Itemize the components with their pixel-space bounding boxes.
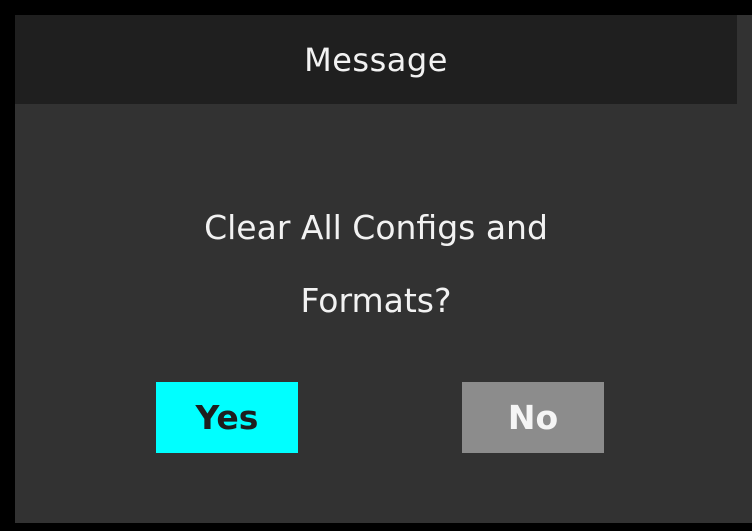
dialog-title-bar: Message [15,15,737,104]
dialog-message-line-2: Formats? [300,281,452,320]
yes-button[interactable]: Yes [156,382,298,453]
message-dialog: Message Clear All Configs and Formats? Y… [15,15,752,523]
dialog-title: Message [304,40,448,79]
yes-button-label: Yes [195,398,259,437]
no-button-label: No [507,398,559,437]
dialog-message: Clear All Configs and Formats? [15,191,737,337]
dialog-message-line-1: Clear All Configs and [204,208,548,247]
device-screen: Message Clear All Configs and Formats? Y… [0,0,752,531]
no-button[interactable]: No [462,382,604,453]
